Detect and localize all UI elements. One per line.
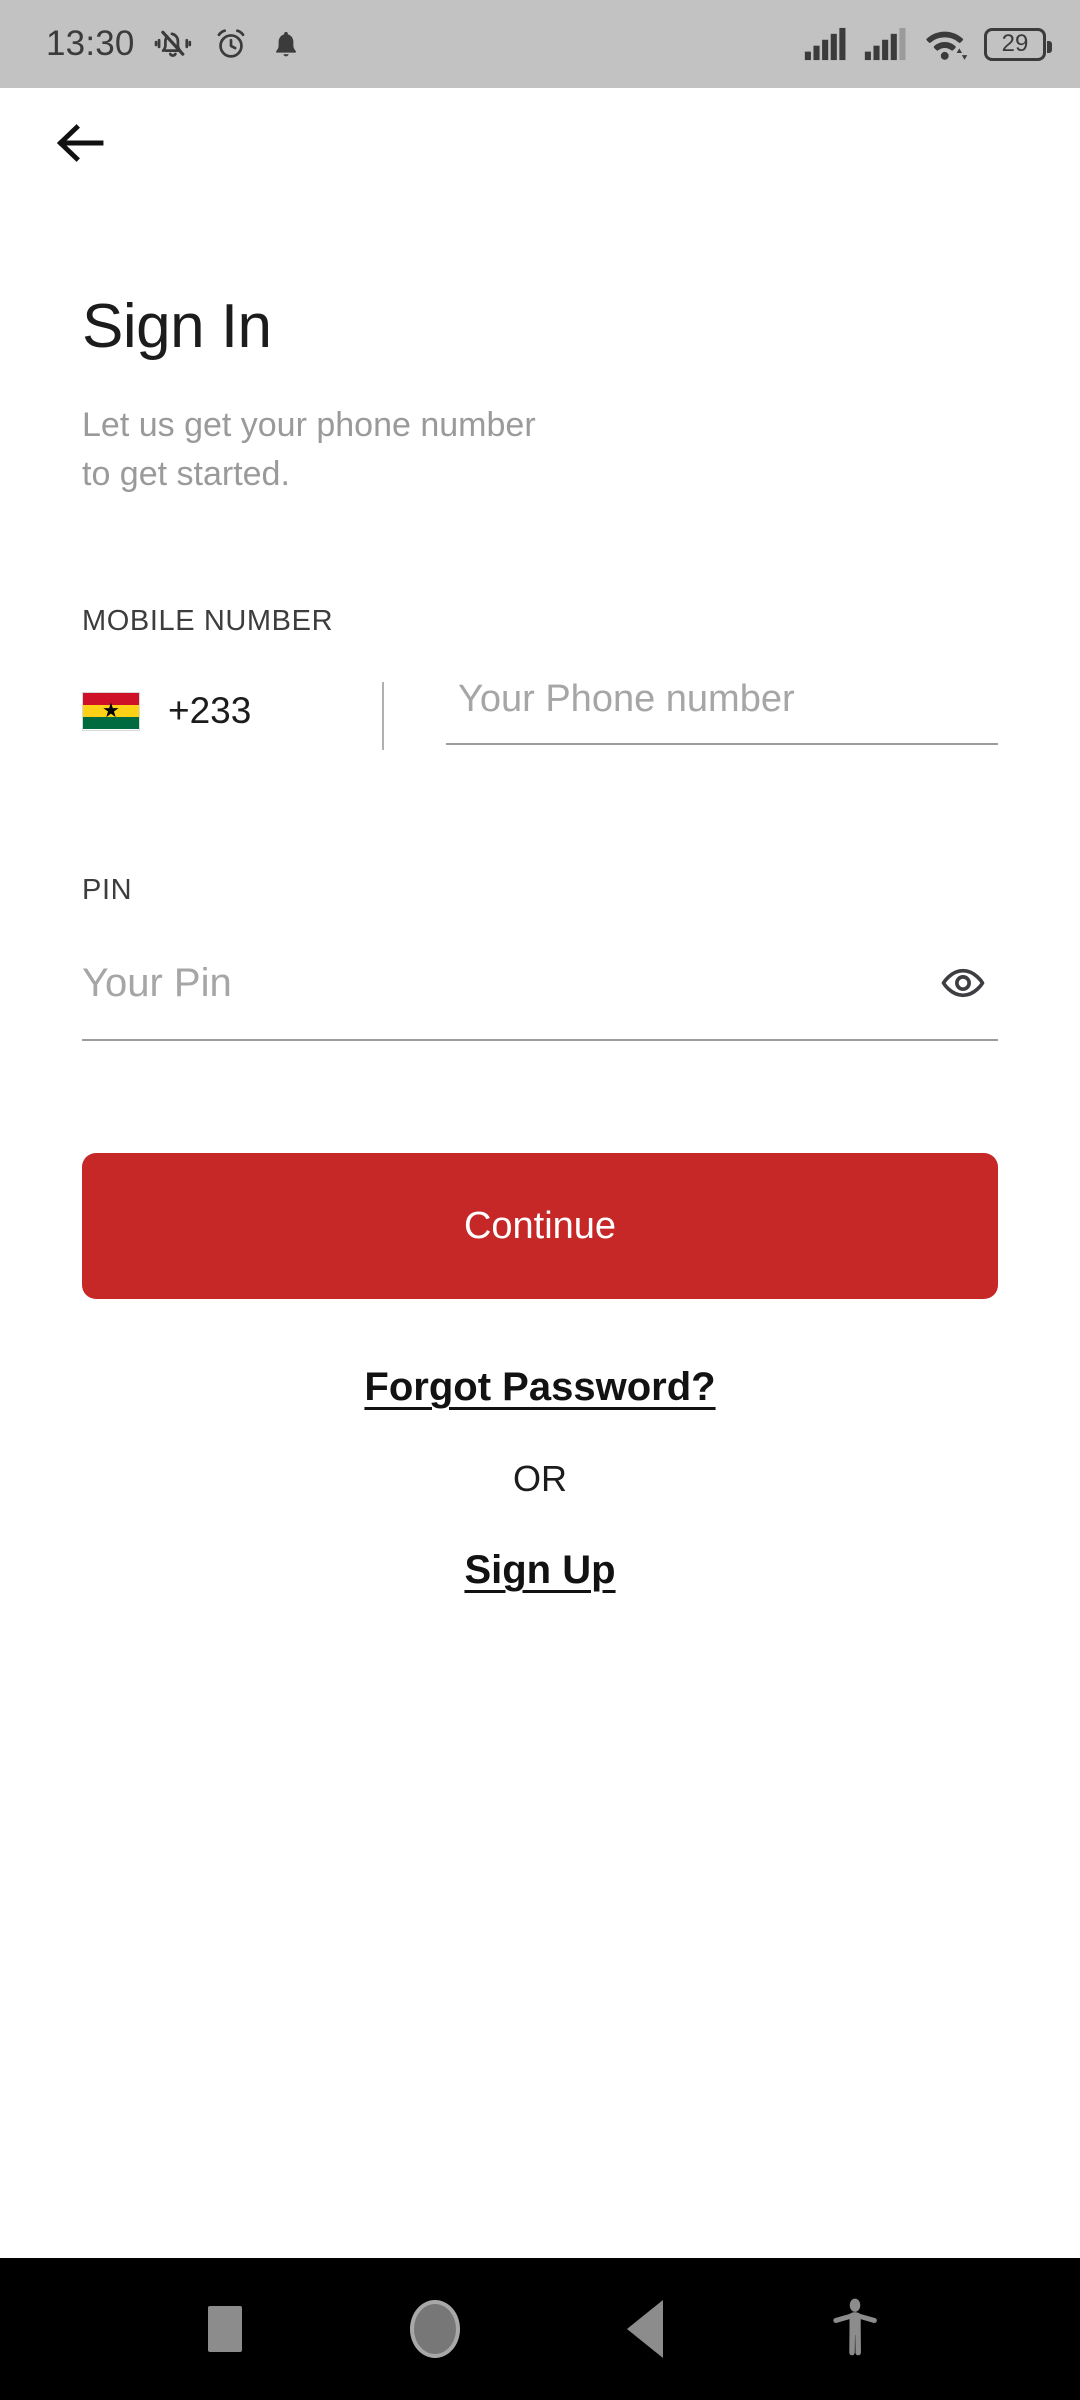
toggle-pin-visibility-button[interactable]	[928, 948, 998, 1018]
flag-star-icon: ★	[102, 700, 120, 722]
signal-bars-sim2-icon	[864, 27, 906, 61]
status-bar-right: 29	[804, 26, 1052, 62]
phone-number-input[interactable]	[446, 672, 998, 743]
pin-group: PIN	[82, 874, 998, 1041]
bell-muted-vibrate-icon	[154, 30, 191, 57]
or-separator-text: OR	[513, 1458, 567, 1499]
country-selector[interactable]: ★ +233	[82, 672, 382, 732]
ghana-flag-icon: ★	[82, 691, 140, 731]
back-nav-button[interactable]	[590, 2274, 700, 2384]
mobile-number-row: ★ +233	[82, 672, 998, 778]
pin-row	[82, 937, 998, 1029]
sign-up-link[interactable]: Sign Up	[464, 1548, 615, 1593]
accessibility-person-icon	[833, 2298, 877, 2356]
wifi-icon	[926, 31, 968, 60]
mobile-number-group: MOBILE NUMBER ★ +233	[82, 605, 998, 778]
circle-icon	[410, 2300, 460, 2358]
pin-input-underline	[82, 1039, 998, 1041]
accessibility-button[interactable]	[800, 2274, 910, 2384]
recents-button[interactable]	[170, 2274, 280, 2384]
home-button[interactable]	[380, 2274, 490, 2384]
status-bar: 13:30 29	[0, 0, 1080, 88]
continue-button[interactable]: Continue	[82, 1153, 998, 1299]
battery-icon: 29	[984, 27, 1052, 61]
alarm-clock-icon	[217, 29, 244, 58]
sign-in-screen: 13:30 29 Sign In Let us get your phone n…	[0, 0, 1080, 2400]
battery-level-text: 29	[1001, 30, 1029, 57]
status-bar-left: 13:30	[46, 24, 303, 64]
auth-links: Forgot Password? OR Sign Up	[82, 1365, 998, 1593]
field-divider	[382, 682, 384, 750]
square-icon	[208, 2306, 242, 2352]
arrow-left-icon	[56, 124, 104, 162]
dial-code-text: +233	[168, 690, 252, 731]
triangle-back-icon	[627, 2300, 663, 2358]
signal-bars-sim1-icon	[804, 27, 846, 61]
status-bar-clock: 13:30	[46, 24, 135, 63]
eye-icon	[941, 968, 985, 998]
pin-label: PIN	[82, 874, 133, 906]
main-content: Sign In Let us get your phone number to …	[0, 198, 1080, 1593]
app-bar	[0, 88, 1080, 198]
back-button[interactable]	[52, 99, 140, 187]
page-subtitle: Let us get your phone number to get star…	[82, 406, 536, 494]
pin-input[interactable]	[82, 960, 928, 1006]
mobile-number-label: MOBILE NUMBER	[82, 605, 334, 637]
phone-field-wrapper	[446, 672, 998, 745]
system-navigation-bar	[0, 2258, 1080, 2400]
forgot-password-link[interactable]: Forgot Password?	[364, 1365, 715, 1410]
phone-input-underline	[446, 743, 998, 745]
page-title: Sign In	[82, 292, 272, 361]
bell-icon	[275, 31, 296, 57]
